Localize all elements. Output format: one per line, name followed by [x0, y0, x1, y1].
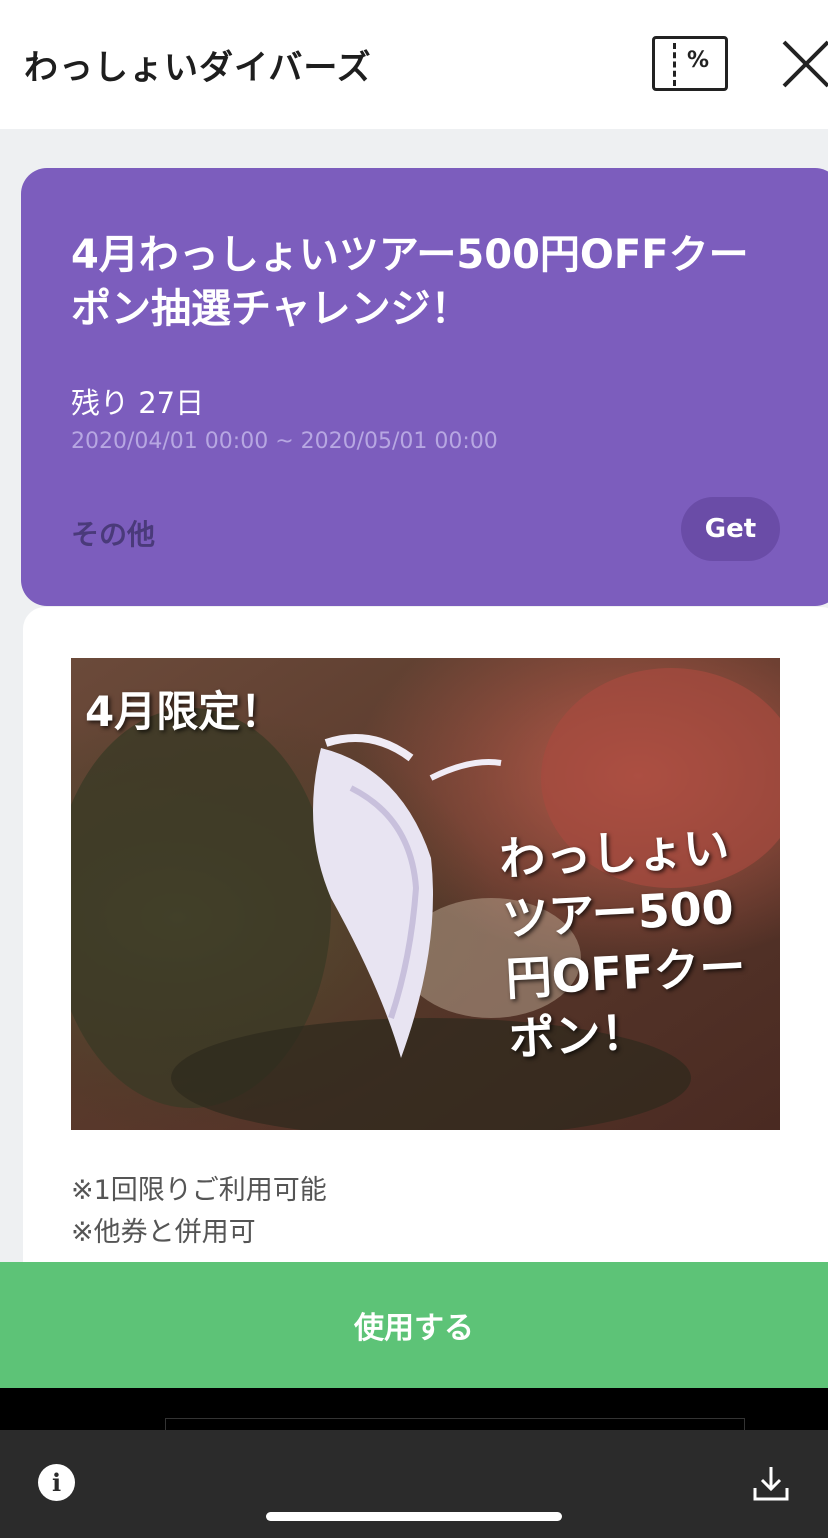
photo-caption-main: わっしょいツアー500円OFFクーポン！: [498, 820, 747, 1066]
coupon-detail-panel: 4月限定！ わっしょいツアー500円OFFクーポン！ ※1回限りご利用可能 ※他…: [23, 607, 828, 1307]
close-icon[interactable]: [780, 38, 828, 90]
home-indicator[interactable]: [266, 1512, 562, 1521]
android-nav-bar: [0, 1388, 828, 1430]
coupon-percent-symbol: %: [687, 48, 710, 73]
nav-frame: [165, 1418, 745, 1430]
use-coupon-button[interactable]: 使用する: [0, 1262, 828, 1388]
info-icon[interactable]: i: [38, 1464, 75, 1501]
coupon-list-icon[interactable]: %: [652, 36, 728, 91]
valid-period: 2020/04/01 00:00 ~ 2020/05/01 00:00: [71, 429, 498, 454]
coupon-card: 4月わっしょいツアー500円OFFクーポン抽選チャレンジ！ 残り 27日 202…: [21, 168, 828, 606]
get-button[interactable]: Get: [681, 497, 780, 561]
download-icon[interactable]: [752, 1464, 790, 1502]
coupon-photo: 4月限定！ わっしょいツアー500円OFFクーポン！: [71, 658, 780, 1130]
coupon-category: その他: [71, 518, 156, 551]
coupon-perforation: [673, 43, 676, 86]
photo-caption-limited: 4月限定！: [85, 687, 283, 736]
coupon-notes: ※1回限りご利用可能 ※他券と併用可: [71, 1170, 327, 1254]
note-item: ※他券と併用可: [71, 1217, 256, 1248]
remaining-days: 残り 27日: [71, 386, 205, 420]
shop-name: わっしょいダイバーズ: [24, 48, 372, 88]
note-item: ※1回限りご利用可能: [71, 1175, 327, 1206]
app-header: わっしょいダイバーズ %: [0, 0, 828, 129]
coupon-title: 4月わっしょいツアー500円OFFクーポン抽選チャレンジ！: [71, 232, 749, 332]
viewer-bottom-bar: i: [0, 1430, 828, 1538]
